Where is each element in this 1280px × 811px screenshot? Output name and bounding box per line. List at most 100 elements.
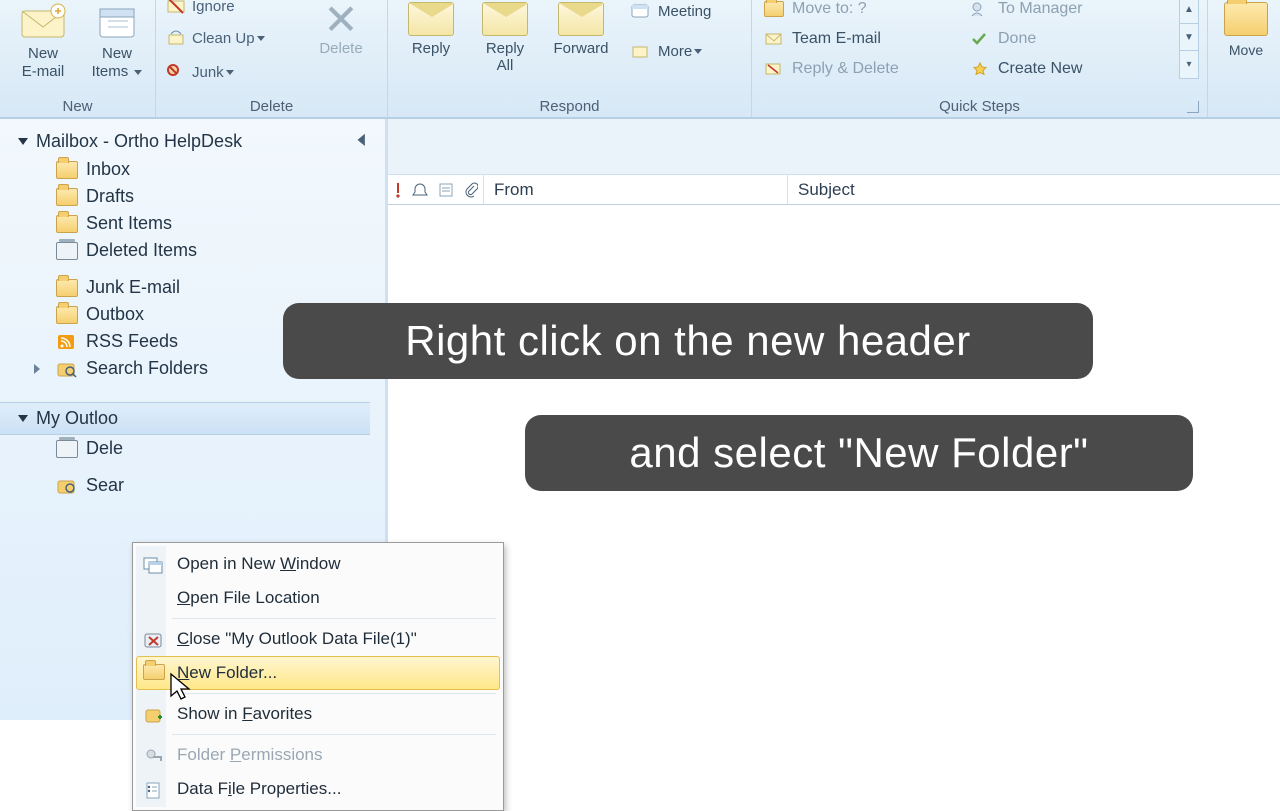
forward-button[interactable]: Forward xyxy=(546,0,616,57)
folder-icon xyxy=(56,215,78,233)
attachment-column[interactable] xyxy=(460,175,484,204)
junk-icon xyxy=(166,62,186,82)
calendar-new-icon xyxy=(92,3,142,41)
ctx-show-in-favorites[interactable]: Show in Favorites xyxy=(136,697,500,731)
close-datafile-icon xyxy=(143,630,165,650)
ctx-open-file-location[interactable]: Open File Location xyxy=(136,581,500,615)
account-header-2[interactable]: My Outloo xyxy=(0,402,370,435)
cleanup-icon xyxy=(166,28,186,48)
envelope-icon xyxy=(558,2,604,36)
ribbon-group-new: New E-mail New Items New xyxy=(0,0,156,117)
quicksteps-scrollbar[interactable]: ▲▼▾ xyxy=(1179,0,1199,79)
account-2: My Outloo Dele Sear xyxy=(0,402,385,499)
delete-x-icon: ✕ xyxy=(306,0,376,40)
ctx-datafile-properties[interactable]: Data File Properties... xyxy=(136,772,500,806)
done-icon xyxy=(970,31,990,47)
meeting-button[interactable]: Meeting xyxy=(630,2,711,20)
group-label-delete: Delete xyxy=(156,98,387,115)
trash-icon xyxy=(56,440,78,458)
folder-icon xyxy=(1224,2,1268,36)
favorites-icon xyxy=(143,705,165,725)
meeting-icon xyxy=(630,2,652,20)
quickstep-teamemail[interactable]: Team E-mail xyxy=(764,25,964,53)
team-email-icon xyxy=(764,31,784,47)
ribbon-group-delete: Ignore Clean Up Junk ✕ Delete Delete xyxy=(156,0,388,117)
separator xyxy=(172,618,496,619)
tutorial-caption-2: and select "New Folder" xyxy=(525,415,1193,491)
account-header-1[interactable]: Mailbox - Ortho HelpDesk xyxy=(0,127,385,156)
rss-icon xyxy=(56,333,78,351)
search-folder-icon xyxy=(56,360,78,378)
cleanup-button[interactable]: Clean Up xyxy=(166,28,265,48)
folder-junk[interactable]: Junk E-mail xyxy=(0,274,385,301)
importance-column[interactable] xyxy=(388,175,408,204)
envelope-icon xyxy=(482,2,528,36)
folder-search-2[interactable]: Sear xyxy=(0,472,385,499)
folder-icon xyxy=(56,161,78,179)
ctx-open-new-window[interactable]: Open in New Window xyxy=(136,547,500,581)
quickstep-done[interactable]: Done xyxy=(970,25,1170,53)
context-menu: Open in New Window Open File Location Cl… xyxy=(132,542,504,811)
quickstep-moveto[interactable]: Move to: ? xyxy=(764,0,964,23)
move-button[interactable]: Move xyxy=(1216,2,1276,58)
folder-icon xyxy=(56,306,78,324)
envelope-icon xyxy=(408,2,454,36)
separator xyxy=(172,693,496,694)
collapse-nav-button[interactable]: ◀ xyxy=(357,129,364,149)
manager-icon xyxy=(970,1,990,17)
folder-sent[interactable]: Sent Items xyxy=(0,210,385,237)
group-label-respond: Respond xyxy=(388,98,751,115)
folder-icon xyxy=(764,1,784,17)
chevron-down-icon xyxy=(18,415,28,422)
group-label-new: New xyxy=(0,98,155,115)
quickstep-replydelete[interactable]: Reply & Delete xyxy=(764,55,964,83)
window-icon xyxy=(143,555,165,575)
ignore-button[interactable]: Ignore xyxy=(166,0,235,16)
reply-button[interactable]: Reply xyxy=(396,0,466,57)
folder-icon xyxy=(56,279,78,297)
chevron-down-icon xyxy=(18,138,28,145)
reply-delete-icon xyxy=(764,61,784,77)
dropdown-icon xyxy=(694,49,702,54)
junk-button[interactable]: Junk xyxy=(166,62,234,82)
dropdown-icon xyxy=(134,70,142,75)
reply-all-button[interactable]: Reply All xyxy=(470,0,540,74)
folder-drafts[interactable]: Drafts xyxy=(0,183,385,210)
envelope-icon xyxy=(18,3,68,41)
from-column[interactable]: From xyxy=(484,175,788,204)
subject-column[interactable]: Subject xyxy=(788,175,1280,204)
icon-column[interactable] xyxy=(434,175,460,204)
ctx-close-datafile[interactable]: Close "My Outlook Data File(1)" xyxy=(136,622,500,656)
ctx-new-folder[interactable]: New Folder... xyxy=(136,656,500,690)
quicksteps-grid: Move to: ? To Manager Team E-mail Done R… xyxy=(764,0,1170,83)
new-folder-icon xyxy=(143,664,165,680)
folder-deleted-2[interactable]: Dele xyxy=(0,435,385,462)
trash-icon xyxy=(56,242,78,260)
quickstep-createnew[interactable]: Create New xyxy=(970,55,1170,83)
dropdown-icon xyxy=(226,70,234,75)
ignore-icon xyxy=(166,0,186,16)
new-email-button[interactable]: New E-mail xyxy=(8,0,78,81)
ribbon-group-quicksteps: Move to: ? To Manager Team E-mail Done R… xyxy=(752,0,1208,117)
properties-icon xyxy=(143,780,165,800)
respond-extra: Meeting More xyxy=(630,2,711,68)
ctx-folder-permissions: Folder Permissions xyxy=(136,738,500,772)
folder-deleted[interactable]: Deleted Items xyxy=(0,237,385,264)
group-label-quicksteps: Quick Steps xyxy=(752,98,1207,115)
ribbon-group-respond: Reply Reply All Forward Meeting More Res… xyxy=(388,0,752,117)
mail-list-header-blank xyxy=(388,119,1280,175)
more-icon xyxy=(630,42,652,60)
dropdown-icon xyxy=(257,36,265,41)
search-folder-icon xyxy=(56,477,78,495)
separator xyxy=(172,734,496,735)
tutorial-caption-1: Right click on the new header xyxy=(283,303,1093,379)
reminder-column[interactable] xyxy=(408,175,434,204)
folder-inbox[interactable]: Inbox xyxy=(0,156,385,183)
ribbon-group-move: Move xyxy=(1208,0,1280,117)
expand-icon[interactable] xyxy=(34,364,44,374)
delete-button[interactable]: ✕ Delete xyxy=(306,0,376,57)
more-button[interactable]: More xyxy=(630,42,711,60)
column-header-row: From Subject xyxy=(388,175,1280,205)
quickstep-tomanager[interactable]: To Manager xyxy=(970,0,1170,23)
new-items-button[interactable]: New Items xyxy=(82,0,152,81)
